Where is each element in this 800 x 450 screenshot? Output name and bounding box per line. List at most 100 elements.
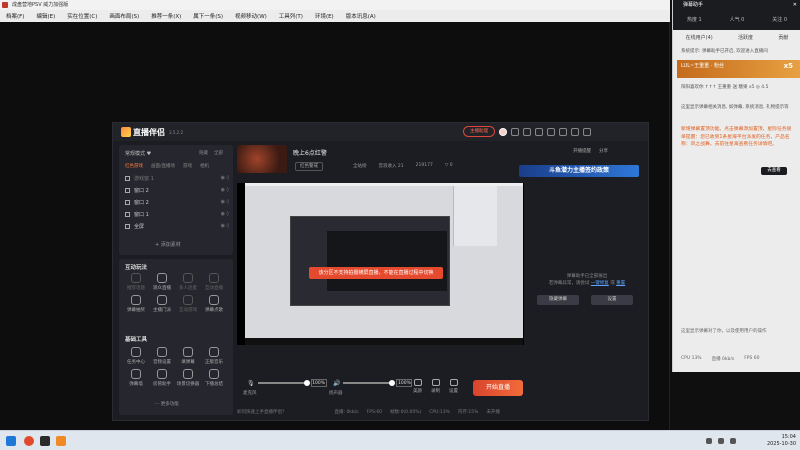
tool-interactive[interactable]: 互动直播 (201, 273, 227, 291)
repair-link[interactable]: 一键修复 (591, 281, 609, 286)
tab-game[interactable]: 游戏 (183, 163, 192, 169)
menu-item-video[interactable]: 视频移动(W) (229, 12, 273, 20)
app-taskbar-icon[interactable] (56, 436, 66, 446)
source-row[interactable]: 游戏窗 1 ◉ ◊ (125, 173, 229, 183)
headset-icon[interactable] (523, 127, 531, 136)
danmaku-settings-button[interactable]: 设置 (591, 295, 633, 305)
stat-income[interactable]: 音浪收入 21 (379, 163, 404, 169)
room-cover-thumbnail[interactable] (237, 145, 287, 173)
menu-item-about[interactable]: 版本讯息(A) (340, 12, 382, 20)
slider-knob[interactable] (389, 380, 396, 386)
tool-summary[interactable]: 下播总结 (201, 369, 227, 387)
tab-screen[interactable]: 画面/直播场 (151, 163, 175, 169)
source-row[interactable]: 窗口 2 ◉ ◊ (125, 197, 229, 207)
eye-icon[interactable]: ◉ ◊ (221, 187, 229, 193)
eye-icon[interactable]: ◉ ◊ (221, 175, 229, 181)
note-line-2: 若弹幕异常，请尝试 一键修复 或 重置 (531, 280, 643, 287)
mic-icon[interactable]: 🎙 (247, 380, 255, 387)
volume-icon[interactable] (730, 438, 736, 444)
source-row[interactable]: 窗口 1 ◉ ◊ (125, 209, 229, 219)
speaker-percent[interactable]: 100% (396, 379, 413, 387)
mic-percent[interactable]: 100% (310, 379, 327, 387)
eye-icon[interactable]: ◉ ◊ (221, 211, 229, 217)
close-icon[interactable] (583, 127, 591, 136)
room-title[interactable]: 晚上6点红警 (293, 148, 327, 157)
tool-scene-switch[interactable]: 场景切换器 (175, 369, 201, 387)
ai-assistant-button[interactable]: 主播助理 (463, 126, 495, 137)
add-source-button[interactable]: + 添加素材 (155, 241, 181, 248)
app-taskbar-icon[interactable] (40, 436, 50, 446)
fps-stat: FPS 60 (744, 356, 760, 361)
speaker-slider[interactable] (343, 380, 396, 386)
stream-preview[interactable] (237, 183, 524, 345)
tool-lottery[interactable]: 弹幕抽奖 (123, 295, 149, 313)
message-icon[interactable] (511, 127, 519, 136)
source-icon (125, 223, 130, 229)
menu-item-file[interactable]: 档案(F) (0, 12, 30, 20)
network-icon[interactable] (718, 438, 724, 444)
tool-label: 任务中心 (127, 360, 145, 365)
record-button[interactable]: 录制 (431, 379, 440, 394)
preview-desktop (245, 183, 523, 338)
tool-task[interactable]: 任务中心 (123, 347, 149, 365)
tool-game[interactable]: 互动游戏 (175, 295, 201, 313)
menu-item-layout[interactable]: 画面布局(S) (103, 12, 145, 20)
tool-danmaku-wall[interactable]: 弹幕墙 (123, 369, 149, 387)
menu-item-edit[interactable]: 编辑(E) (30, 12, 61, 20)
reset-link[interactable]: 重置 (616, 281, 625, 286)
maximize-icon[interactable] (571, 127, 579, 136)
room-category[interactable]: 红色警戒 (295, 162, 323, 171)
stat-rank[interactable]: 全站榜 (353, 163, 367, 169)
tool-viewer[interactable]: 观众直播 (149, 273, 175, 291)
more-functions-button[interactable]: ··· 更多功能 (155, 401, 179, 407)
start-live-button[interactable]: 开始直播 (473, 380, 523, 396)
menu-item-next[interactable]: 属下一条(S) (187, 12, 229, 20)
all-link[interactable]: 全部 (214, 150, 223, 156)
remind-link[interactable]: 开播提醒 (573, 148, 591, 154)
menu-icon[interactable] (547, 127, 555, 136)
avatar[interactable] (499, 127, 507, 136)
source-row[interactable]: 窗口 2 ◉ ◊ (125, 185, 229, 195)
minimize-icon[interactable] (559, 127, 567, 136)
eye-icon[interactable]: ◉ ◊ (221, 199, 229, 205)
tool-topic[interactable]: 推荐话题 (123, 273, 149, 291)
close-icon[interactable]: ✕ (793, 0, 797, 10)
tray-icon[interactable] (706, 438, 712, 444)
mic-slider[interactable] (257, 380, 310, 386)
eye-icon[interactable]: ◉ ◊ (221, 223, 229, 229)
system-clock[interactable]: 15:04 2025-10-30 (752, 434, 796, 448)
source-row[interactable]: 全屏 ◉ ◊ (125, 221, 229, 231)
tab-contribution[interactable]: 贡献 (778, 34, 788, 44)
tool-room-admin[interactable]: 房管助手 (149, 369, 175, 387)
tool-audio[interactable]: 音频设置 (149, 347, 175, 365)
beauty-button[interactable]: 美颜 (413, 379, 422, 394)
tab-activity[interactable]: 活跃度 (738, 34, 753, 44)
menu-item-position[interactable]: 实在位置(C) (61, 12, 103, 20)
share-link[interactable]: 分享 (599, 148, 608, 154)
hide-danmaku-button[interactable]: 隐藏弹幕 (537, 295, 579, 305)
speaker-icon[interactable]: 🔊 (333, 380, 340, 387)
menu-item-recommend[interactable]: 推荐一条(X) (145, 12, 187, 20)
tab-camera[interactable]: 相机 (200, 163, 209, 169)
tool-music[interactable]: 正版音乐 (201, 347, 227, 365)
tab-online-users[interactable]: 在线用户(4) (686, 34, 713, 44)
go-view-button[interactable]: 去查看 (761, 167, 787, 175)
windows-start-icon[interactable] (6, 436, 16, 446)
tool-sect[interactable]: 主播门派 (149, 295, 175, 313)
hide-link[interactable]: 隐藏 (199, 150, 208, 156)
clock-date: 2025-10-30 (766, 441, 796, 447)
slider-knob[interactable] (303, 380, 310, 386)
settings-button[interactable]: 设置 (449, 379, 458, 394)
tool-fill-danmaku[interactable]: 填弹幕 (175, 347, 201, 365)
help-link[interactable]: 如何快速上手直播伴侣？ (237, 409, 287, 415)
gear-icon[interactable] (535, 127, 543, 136)
beauty-label: 美颜 (413, 389, 422, 394)
mode-selector[interactable]: 常规模式 ♥ (125, 150, 151, 157)
tool-song[interactable]: 弹幕点歌 (201, 295, 227, 313)
tab-red-game[interactable]: 红色游戏 (125, 163, 143, 169)
promo-banner[interactable]: 斗鱼潜力主播签约政策 (519, 165, 639, 177)
menu-item-tools[interactable]: 工具列(T) (273, 12, 309, 20)
app-taskbar-icon[interactable] (24, 436, 34, 446)
tool-multi-mic[interactable]: 多人连麦 (175, 273, 201, 291)
menu-item-env[interactable]: 环境(E) (309, 12, 340, 20)
